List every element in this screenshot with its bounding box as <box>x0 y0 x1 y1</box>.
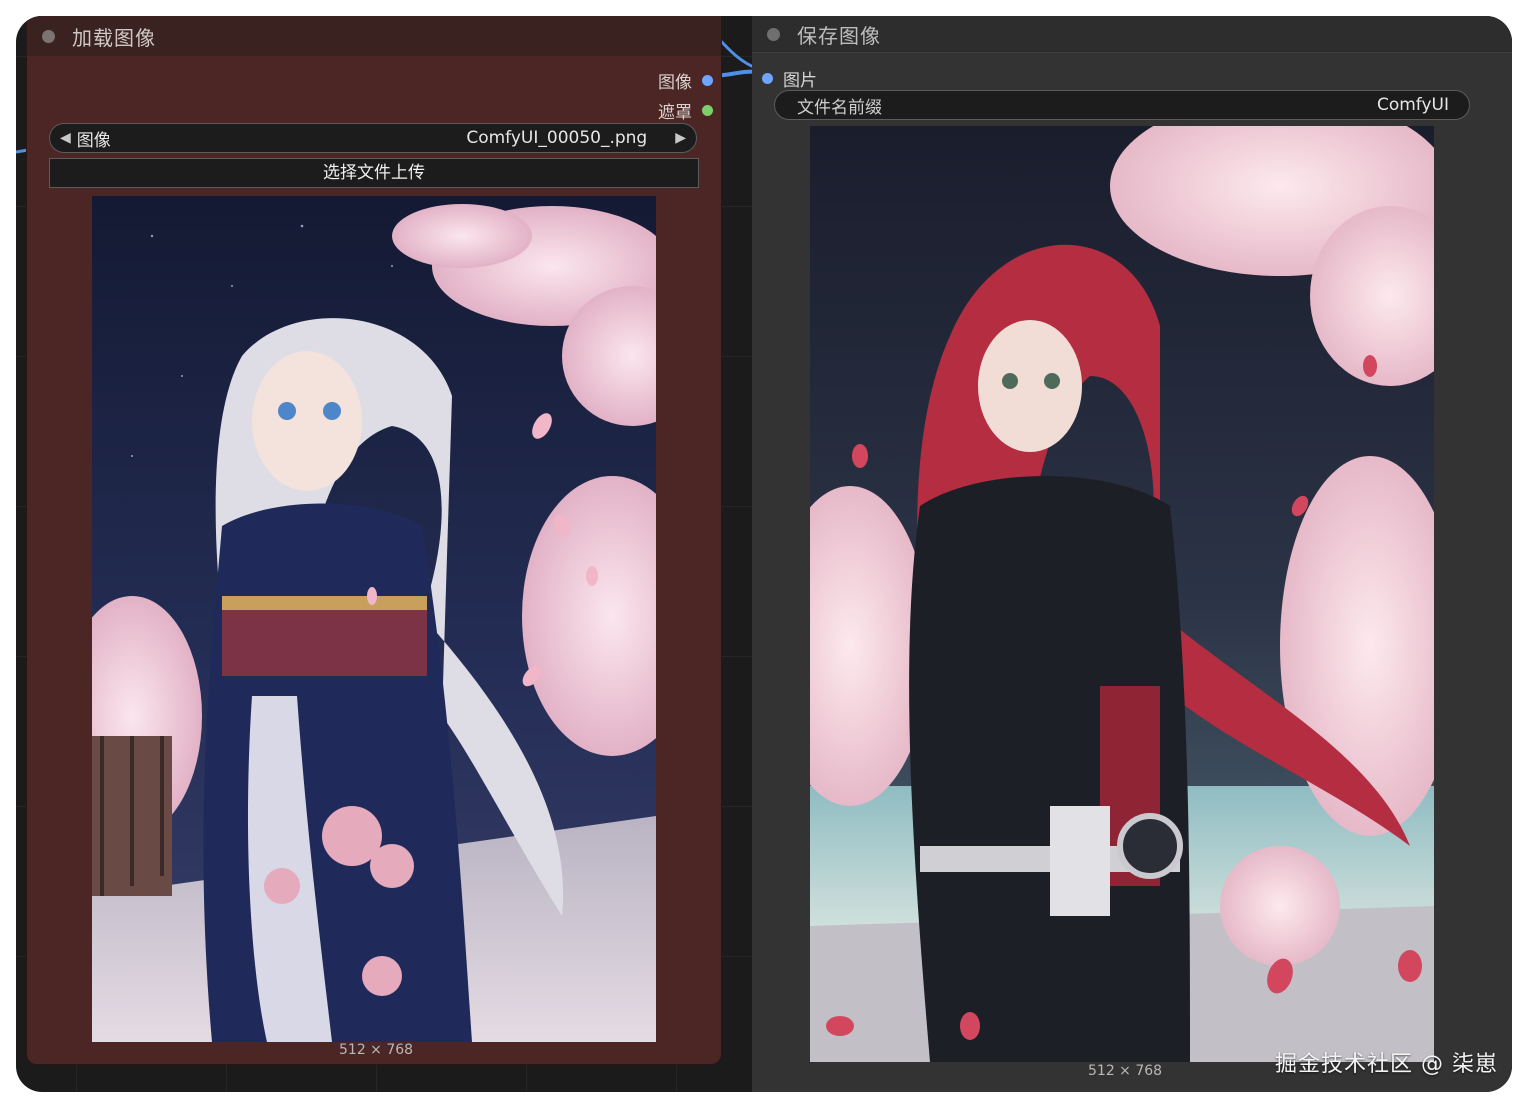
input-images[interactable]: 图片 <box>762 66 817 91</box>
collapse-dot-icon[interactable] <box>42 29 55 43</box>
output-slot-icon[interactable] <box>702 75 713 86</box>
widget-label: 图像 <box>76 130 111 151</box>
widget-value: ComfyUI_00050_.png <box>466 128 648 148</box>
upload-button[interactable]: 选择文件上传 <box>49 158 699 188</box>
watermark: 掘金技术社区 @ 柒崽 <box>1275 1052 1498 1077</box>
widget-label: 文件名前缀 <box>797 97 882 118</box>
image-preview <box>92 196 656 1042</box>
input-label: 图片 <box>783 71 817 91</box>
graph-canvas[interactable]: 加载图像 图像 遮罩 ◀ 图像 ComfyUI_00050_.png ▶ 选择文… <box>16 16 1512 1092</box>
load-image-node[interactable]: 加载图像 图像 遮罩 ◀ 图像 ComfyUI_00050_.png ▶ 选择文… <box>27 16 721 1064</box>
image-size-label: 512 × 768 <box>339 1042 414 1058</box>
image-preview <box>810 126 1434 1062</box>
filename-prefix-widget[interactable]: 文件名前缀 ComfyUI <box>774 90 1470 120</box>
arrow-left-icon[interactable]: ◀ <box>60 130 71 146</box>
arrow-right-icon[interactable]: ▶ <box>675 130 686 146</box>
output-label: 图像 <box>658 73 692 93</box>
collapse-dot-icon[interactable] <box>767 27 780 41</box>
node-title: 保存图像 <box>797 23 881 48</box>
output-image[interactable]: 图像 <box>658 68 713 93</box>
input-slot-icon[interactable] <box>762 73 773 84</box>
widget-value: ComfyUI <box>1376 95 1449 115</box>
output-mask[interactable]: 遮罩 <box>658 98 713 123</box>
node-title-bar[interactable]: 保存图像 <box>752 16 1512 53</box>
image-combo-widget[interactable]: ◀ 图像 ComfyUI_00050_.png ▶ <box>49 123 697 153</box>
node-title: 加载图像 <box>72 25 156 50</box>
save-image-node[interactable]: 保存图像 图片 文件名前缀 ComfyUI 512 × 768 <box>752 16 1512 1092</box>
node-title-bar[interactable]: 加载图像 <box>27 16 721 56</box>
image-size-label: 512 × 768 <box>1088 1063 1163 1079</box>
output-label: 遮罩 <box>658 103 692 123</box>
output-slot-icon[interactable] <box>702 105 713 116</box>
